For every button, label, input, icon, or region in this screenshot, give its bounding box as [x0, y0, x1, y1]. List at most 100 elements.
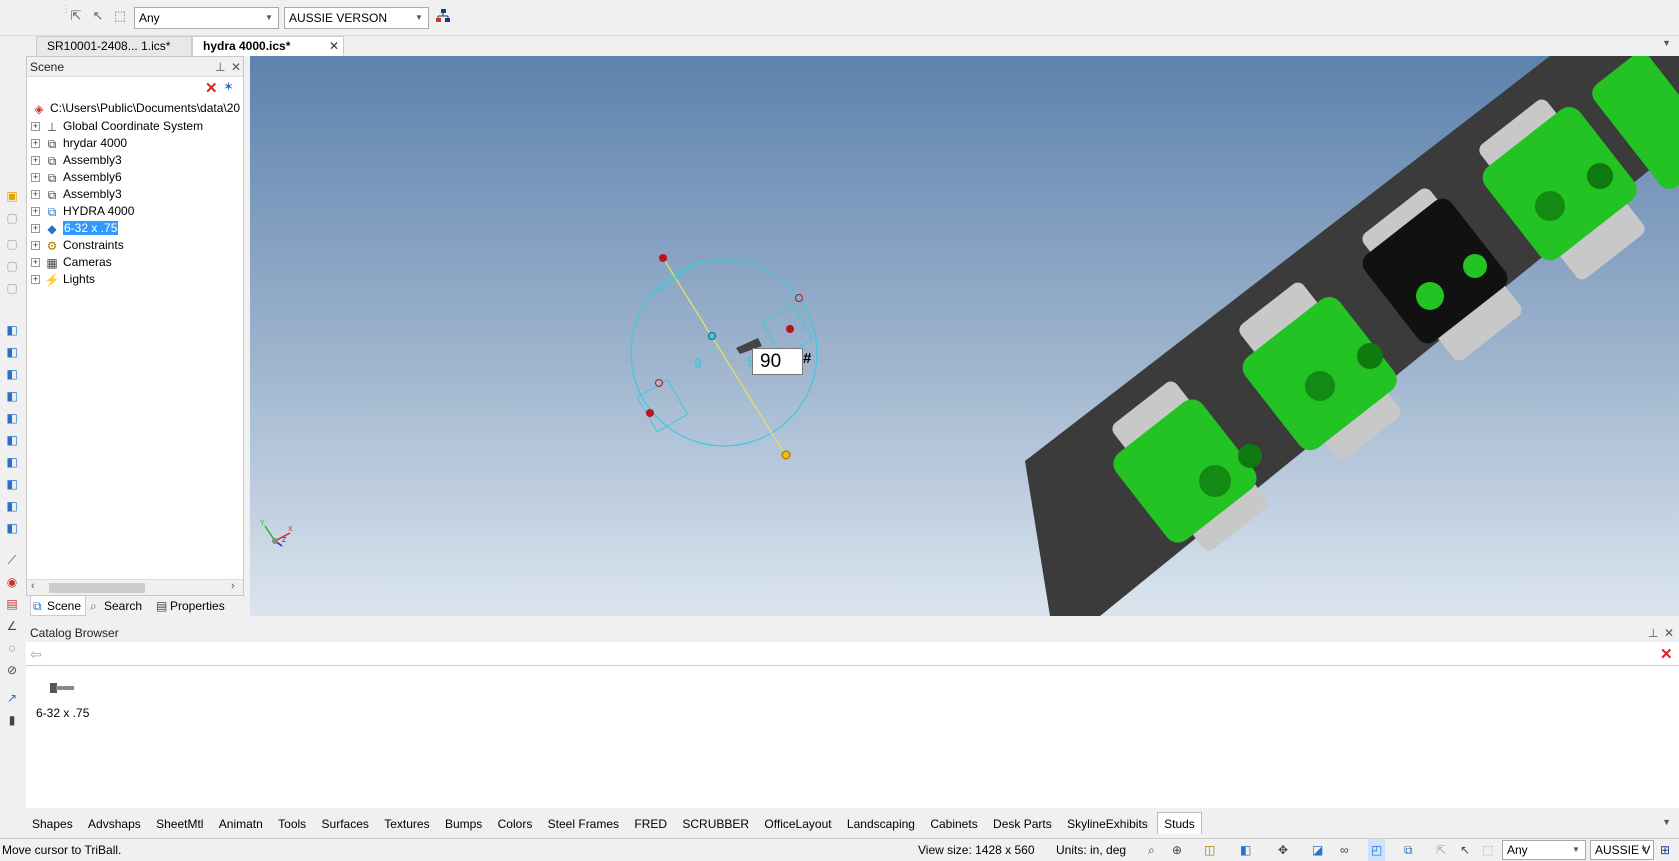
- cube-icon[interactable]: ◧: [4, 322, 20, 338]
- rotate-icon[interactable]: ◌: [4, 640, 20, 656]
- view-tool-icon[interactable]: ▢: [4, 236, 20, 252]
- pointer-icon[interactable]: ↖: [90, 8, 106, 24]
- pin-icon[interactable]: ⊥: [215, 57, 225, 77]
- expand-icon[interactable]: +: [31, 224, 40, 234]
- zoom-icon[interactable]: ⌕: [1148, 839, 1155, 861]
- render-mode-icon[interactable]: ◫: [1204, 839, 1215, 861]
- pin-icon[interactable]: ⊥: [1648, 624, 1658, 642]
- eye-icon[interactable]: ◉: [4, 574, 20, 590]
- tab-skylineexhibits[interactable]: SkylineExhibits: [1061, 813, 1154, 835]
- hierarchy-icon[interactable]: ⊞: [1660, 839, 1670, 861]
- configuration-select[interactable]: AUSSIE VERSON ▼: [284, 7, 429, 29]
- expand-icon[interactable]: +: [31, 122, 40, 132]
- camera-tool-icon[interactable]: ▣: [4, 188, 20, 204]
- tree-item-hrydar-4000[interactable]: + ⧉ hrydar 4000: [31, 134, 127, 152]
- tab-shapes[interactable]: Shapes: [26, 813, 79, 835]
- tab-document-1[interactable]: SR10001-2408... 1.ics*: [36, 36, 192, 56]
- 3d-viewport[interactable]: 9 9 Y X Z 90 #: [250, 56, 1679, 616]
- cube-icon[interactable]: ◧: [4, 410, 20, 426]
- chevron-down-icon[interactable]: ▼: [1662, 38, 1671, 48]
- measure-icon[interactable]: ⟋: [4, 552, 20, 568]
- cube-icon[interactable]: ◧: [4, 388, 20, 404]
- tab-search[interactable]: ⌕ Search: [88, 596, 142, 616]
- back-arrow-icon[interactable]: ⇦: [30, 646, 42, 663]
- expand-icon[interactable]: +: [31, 207, 40, 217]
- scrollbar-thumb[interactable]: [49, 583, 145, 593]
- tree-item-assembly3[interactable]: + ⧉ Assembly3: [31, 151, 122, 169]
- tab-tools[interactable]: Tools: [272, 813, 312, 835]
- tree-item-hydra-4000[interactable]: + ⧉ HYDRA 4000: [31, 202, 134, 220]
- expand-icon[interactable]: +: [31, 241, 40, 251]
- tab-advshaps[interactable]: Advshaps: [82, 813, 147, 835]
- view-tool-icon[interactable]: ▢: [4, 210, 20, 226]
- clear-icon[interactable]: ✕: [1660, 645, 1673, 663]
- paint-icon[interactable]: ◪: [1312, 839, 1323, 861]
- cube-icon[interactable]: ◧: [4, 476, 20, 492]
- tab-surfaces[interactable]: Surfaces: [316, 813, 375, 835]
- zoom-area-icon[interactable]: ⊕: [1172, 839, 1182, 861]
- pointer-icon[interactable]: ↖: [1460, 839, 1470, 861]
- select-mode-icon[interactable]: ◰: [1368, 839, 1386, 861]
- curve-icon[interactable]: ↗: [4, 690, 20, 706]
- tab-sheetmtl[interactable]: SheetMtl: [150, 813, 209, 835]
- status-config-select[interactable]: AUSSIE V ▼: [1590, 840, 1654, 860]
- tab-animatn[interactable]: Animatn: [213, 813, 269, 835]
- tab-fred[interactable]: FRED: [628, 813, 673, 835]
- tab-landscaping[interactable]: Landscaping: [841, 813, 921, 835]
- scene-canvas[interactable]: 9 9 Y X Z: [250, 56, 1679, 616]
- filter-options-icon[interactable]: ✶: [223, 79, 234, 95]
- status-filter-select[interactable]: Any ▼: [1502, 840, 1586, 860]
- select-assembly-icon[interactable]: ⇱: [68, 8, 84, 24]
- walk-icon[interactable]: ✥: [1278, 839, 1288, 861]
- ruler-icon[interactable]: ▮: [4, 712, 20, 728]
- tree-item-global-coordinate-system[interactable]: + ⊥ Global Coordinate System: [31, 117, 203, 135]
- select-part-icon[interactable]: ⬚: [112, 8, 128, 24]
- tab-officelayout[interactable]: OfficeLayout: [758, 813, 837, 835]
- tab-textures[interactable]: Textures: [378, 813, 435, 835]
- close-icon[interactable]: ✕: [329, 37, 339, 56]
- tree-item-assembly6[interactable]: + ⧉ Assembly6: [31, 168, 122, 186]
- tab-bumps[interactable]: Bumps: [439, 813, 488, 835]
- selection-filter-select[interactable]: Any ▼: [134, 7, 279, 29]
- angle-input[interactable]: 90: [752, 348, 803, 375]
- rotate-icon[interactable]: ⊘: [4, 662, 20, 678]
- tree-root[interactable]: ◈ C:\Users\Public\Documents\data\20: [31, 99, 241, 117]
- view-tool-icon[interactable]: ▢: [4, 280, 20, 296]
- tree-item-constraints[interactable]: + ⚙ Constraints: [31, 236, 124, 254]
- assembly-mode-icon[interactable]: ⧉: [1404, 839, 1413, 861]
- cube-icon[interactable]: ◧: [4, 454, 20, 470]
- cube-icon[interactable]: ◧: [4, 520, 20, 536]
- tab-studs[interactable]: Studs: [1157, 812, 1202, 834]
- tree-item-lights[interactable]: + ⚡ Lights: [31, 270, 95, 288]
- tab-desk-parts[interactable]: Desk Parts: [987, 813, 1058, 835]
- tab-properties[interactable]: ▤ Properties: [154, 596, 225, 616]
- tab-scrubber[interactable]: SCRUBBER: [676, 813, 755, 835]
- expand-icon[interactable]: +: [31, 190, 40, 200]
- cube-icon[interactable]: ◧: [4, 498, 20, 514]
- tab-steel-frames[interactable]: Steel Frames: [542, 813, 625, 835]
- select-part-icon[interactable]: ⬚: [1482, 839, 1493, 861]
- tab-scene[interactable]: ⧉ Scene: [30, 596, 87, 616]
- tab-document-2[interactable]: hydra 4000.ics* ✕: [192, 36, 344, 56]
- clear-filter-icon[interactable]: ✕: [205, 79, 218, 97]
- view-cube-icon[interactable]: ◧: [1240, 839, 1251, 861]
- tab-colors[interactable]: Colors: [492, 813, 539, 835]
- glasses-icon[interactable]: ∞: [1340, 839, 1349, 861]
- scroll-left-icon[interactable]: ‹: [31, 580, 35, 592]
- angle-icon[interactable]: ∠: [4, 618, 20, 634]
- cube-icon[interactable]: ◧: [4, 344, 20, 360]
- expand-icon[interactable]: +: [31, 156, 40, 166]
- catalog-item[interactable]: 6-32 x .75: [36, 678, 96, 728]
- cube-icon[interactable]: ◧: [4, 432, 20, 448]
- chevron-down-icon[interactable]: ▼: [1662, 817, 1671, 827]
- tree-item-cameras[interactable]: + ▦ Cameras: [31, 253, 112, 271]
- hierarchy-icon[interactable]: [435, 8, 451, 24]
- cube-icon[interactable]: ◧: [4, 366, 20, 382]
- close-icon[interactable]: ✕: [231, 57, 241, 77]
- tab-cabinets[interactable]: Cabinets: [924, 813, 983, 835]
- horizontal-scrollbar[interactable]: ‹ ›: [27, 579, 243, 595]
- expand-icon[interactable]: +: [31, 139, 40, 149]
- close-icon[interactable]: ✕: [1664, 624, 1674, 642]
- tree-item-6-32-x-75[interactable]: + ◆ 6-32 x .75: [31, 219, 119, 237]
- select-assembly-icon[interactable]: ⇱: [1436, 839, 1446, 861]
